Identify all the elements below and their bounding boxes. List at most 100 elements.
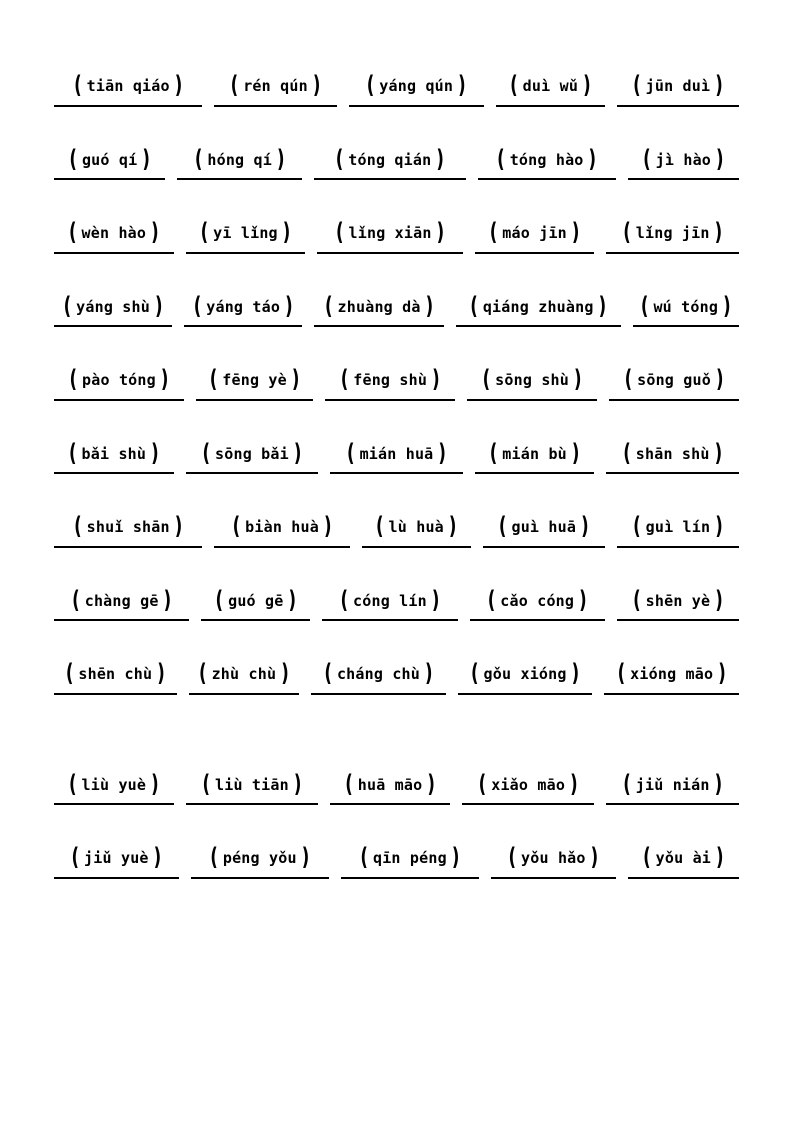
pinyin-answer-blank[interactable]: (pào tóng) — [48, 368, 190, 407]
pinyin-text: cháng chù — [336, 665, 421, 683]
pinyin-answer-blank[interactable]: (biàn huà) — [208, 515, 355, 554]
open-paren: ( — [68, 438, 77, 467]
pinyin-answer-blank[interactable]: (fēng yè) — [190, 368, 319, 407]
pinyin-answer-blank[interactable]: (péng yǒu) — [185, 846, 335, 885]
pinyin-answer-blank[interactable]: (liù yuè) — [48, 772, 180, 812]
pinyin-text: chàng gē — [84, 591, 159, 610]
writing-rule-line — [606, 803, 739, 805]
open-paren: ( — [335, 144, 344, 173]
pinyin-answer-blank[interactable]: (chàng gē) — [48, 588, 195, 628]
pinyin-answer-blank[interactable]: (guì lín) — [611, 515, 745, 554]
pinyin-answer-blank[interactable]: (cháng chù) — [305, 662, 452, 701]
pinyin-answer-blank[interactable]: (guó qí) — [48, 147, 171, 187]
pinyin-answer-blank[interactable]: (liù tiān) — [180, 772, 325, 812]
pinyin-group: (xióng māo) — [618, 662, 726, 685]
pinyin-answer-blank[interactable]: (mián bù) — [469, 441, 601, 481]
pinyin-answer-blank[interactable]: (rén qún) — [208, 74, 342, 113]
pinyin-text: jiǔ nián — [635, 775, 710, 794]
open-paren: ( — [478, 769, 487, 798]
writing-rule-line — [606, 251, 739, 254]
pinyin-answer-blank[interactable]: (cǎo cóng) — [464, 588, 611, 628]
pinyin-answer-blank[interactable]: (jì hào) — [622, 147, 745, 187]
writing-rule-line — [361, 545, 471, 548]
pinyin-answer-blank[interactable]: (duì wǔ) — [490, 74, 611, 113]
close-paren: ) — [714, 218, 723, 246]
pinyin-answer-blank[interactable]: (yáng shù) — [48, 294, 178, 334]
pinyin-answer-blank[interactable]: (mián huā) — [324, 441, 469, 481]
pinyin-answer-blank[interactable]: (tiān qiáo) — [48, 74, 208, 113]
open-paren: ( — [193, 291, 202, 320]
pinyin-answer-blank[interactable]: (sōng bǎi) — [180, 441, 325, 481]
close-paren: ) — [151, 438, 159, 467]
pinyin-answer-blank[interactable]: (guó gē) — [195, 588, 316, 628]
pinyin-group: (pào tóng) — [69, 368, 168, 391]
pinyin-answer-blank[interactable]: (yáng qún) — [343, 74, 490, 113]
pinyin-answer-blank[interactable]: (yáng táo) — [178, 294, 308, 334]
pinyin-answer-blank[interactable]: (máo jīn) — [469, 221, 601, 260]
pinyin-answer-blank[interactable]: (shēn yè) — [611, 588, 745, 628]
open-paren: ( — [633, 71, 641, 99]
pinyin-answer-blank[interactable]: (tóng hào) — [472, 147, 622, 187]
pinyin-answer-blank[interactable]: (bǎi shù) — [48, 441, 180, 481]
close-paren: ) — [425, 659, 433, 687]
pinyin-answer-blank[interactable]: (yǒu hǎo) — [485, 846, 622, 885]
open-paren: ( — [617, 659, 626, 687]
pinyin-answer-blank[interactable]: (jiǔ nián) — [600, 772, 745, 812]
pinyin-answer-blank[interactable]: (qīn péng) — [335, 846, 485, 885]
close-paren: ) — [458, 71, 466, 99]
pinyin-group: (jì hào) — [643, 147, 723, 170]
open-paren: ( — [69, 365, 78, 393]
pinyin-group: (biàn huà) — [233, 515, 332, 538]
open-paren: ( — [68, 769, 77, 798]
pinyin-answer-blank[interactable]: (wèn hào) — [48, 221, 180, 260]
pinyin-answer-blank[interactable]: (zhù chù) — [183, 662, 306, 701]
pinyin-text: liù tiān — [215, 775, 289, 794]
word-row: (pào tóng)(fēng yè)(fēng shù)(sōng shù)(… — [48, 368, 745, 407]
pinyin-text: mián bù — [502, 444, 567, 463]
pinyin-answer-blank[interactable]: (fēng shù) — [319, 368, 461, 407]
pinyin-answer-blank[interactable]: (jiǔ yuè) — [48, 846, 185, 885]
pinyin-answer-blank[interactable]: (jūn duì) — [611, 74, 745, 113]
pinyin-answer-blank[interactable]: (tóng qián) — [308, 147, 472, 187]
pinyin-answer-blank[interactable]: (wú tóng) — [627, 294, 745, 334]
pinyin-group: (guì huā) — [499, 515, 589, 538]
pinyin-answer-blank[interactable]: (qiáng zhuàng) — [450, 294, 627, 334]
writing-rule-line — [314, 178, 466, 180]
pinyin-answer-blank[interactable]: (xióng māo) — [598, 662, 745, 701]
pinyin-answer-blank[interactable]: (yǒu ài) — [622, 846, 745, 885]
pinyin-answer-blank[interactable]: (sōng shù) — [461, 368, 603, 407]
writing-rule-line — [632, 325, 739, 327]
pinyin-answer-blank[interactable]: (xiǎo māo) — [456, 772, 601, 812]
pinyin-text: lǐng jīn — [635, 224, 710, 242]
open-paren: ( — [199, 659, 207, 687]
pinyin-answer-blank[interactable]: (shēn chù) — [48, 662, 183, 701]
writing-rule-line — [214, 545, 350, 548]
pinyin-answer-blank[interactable]: (cóng lín) — [316, 588, 463, 628]
word-row: (shuǐ shān) (biàn huà) (lù huà) (guì huā) (g… — [48, 515, 745, 554]
pinyin-answer-blank[interactable]: (lǐng xiān) — [311, 221, 468, 260]
pinyin-text: péng yǒu — [222, 849, 297, 867]
close-paren: ) — [598, 291, 607, 320]
open-paren: ( — [202, 769, 210, 798]
pinyin-answer-blank[interactable]: (zhuàng dà) — [308, 294, 450, 334]
pinyin-answer-blank[interactable]: (shān shù) — [600, 441, 745, 481]
pinyin-answer-blank[interactable]: (huā māo) — [324, 772, 456, 812]
pinyin-answer-blank[interactable]: (lù huà) — [356, 515, 477, 554]
pinyin-answer-blank[interactable]: (sōng guǒ) — [603, 368, 745, 407]
pinyin-answer-blank[interactable]: (guì huā) — [477, 515, 611, 554]
pinyin-text: mián huā — [359, 444, 434, 463]
pinyin-group: (duì wǔ) — [510, 74, 590, 97]
pinyin-answer-blank[interactable]: (hóng qí) — [171, 147, 308, 187]
close-paren: ) — [282, 218, 291, 246]
pinyin-group: (guì lín) — [633, 515, 723, 538]
pinyin-answer-blank[interactable]: (yī lǐng) — [180, 221, 312, 260]
pinyin-answer-blank[interactable]: (gǒu xióng) — [452, 662, 599, 701]
open-paren: ( — [366, 71, 375, 99]
pinyin-text: guó gē — [228, 591, 284, 610]
writing-rule-line — [325, 398, 456, 401]
pinyin-answer-blank[interactable]: (shuǐ shān) — [48, 515, 208, 554]
close-paren: ) — [715, 585, 723, 614]
pinyin-answer-blank[interactable]: (lǐng jīn) — [600, 221, 745, 260]
close-paren: ) — [281, 659, 289, 687]
close-paren: ) — [425, 291, 434, 320]
